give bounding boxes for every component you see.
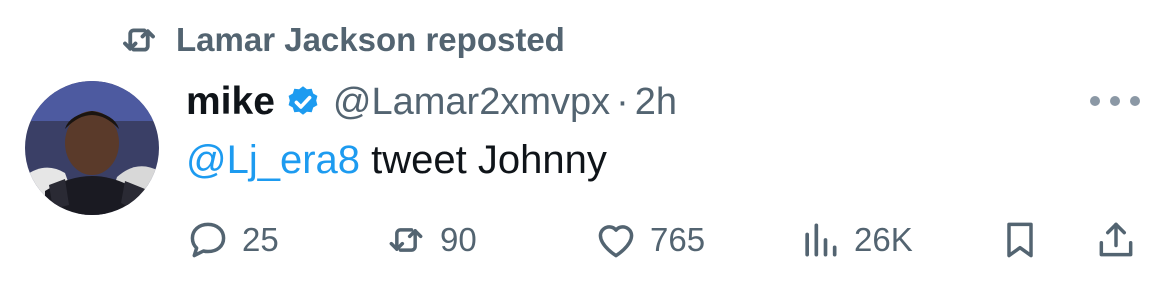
tweet-text: @Lj_era8 tweet Johnny [186, 138, 607, 183]
repost-icon [389, 228, 423, 252]
reply-button[interactable]: 25 [186, 215, 279, 265]
profile-photo [25, 81, 159, 215]
reply-icon [190, 222, 226, 258]
more-dot [1130, 96, 1140, 106]
mention-link[interactable]: @Lj_era8 [186, 138, 360, 182]
reply-count: 25 [242, 221, 279, 258]
separator-dot: · [616, 80, 629, 123]
timestamp[interactable]: 2h [635, 81, 677, 124]
author-name[interactable]: mike [186, 80, 275, 124]
bookmark-icon [1007, 222, 1033, 258]
like-count: 765 [650, 221, 706, 258]
verified-badge-icon[interactable] [285, 84, 321, 120]
repost-button[interactable]: 90 [384, 215, 477, 265]
repost-count: 90 [440, 221, 477, 258]
repost-indicator[interactable]: Lamar Jackson reposted [118, 18, 565, 62]
action-bar: 25 90 765 26K [186, 215, 1146, 265]
more-options-icon[interactable] [1090, 93, 1140, 109]
heart-icon [598, 225, 634, 258]
tweet-header: mike @Lamar2xmvpx · 2h [186, 78, 677, 126]
more-dot [1110, 96, 1120, 106]
share-icon [1099, 222, 1133, 257]
views-button[interactable]: 26K [798, 215, 913, 265]
share-button[interactable] [1094, 215, 1138, 265]
analytics-icon [805, 223, 837, 257]
more-dot [1090, 96, 1100, 106]
tweet-text-content: tweet Johnny [360, 138, 607, 182]
view-count: 26K [854, 221, 913, 258]
author-handle[interactable]: @Lamar2xmvpx [333, 81, 610, 124]
avatar[interactable] [25, 81, 159, 215]
tweet-card[interactable]: Lamar Jackson reposted mike @Lamar2xmvpx… [0, 0, 1170, 305]
repost-label: Lamar Jackson reposted [176, 21, 565, 58]
repost-icon [123, 28, 155, 52]
bookmark-button[interactable] [998, 215, 1042, 265]
like-button[interactable]: 765 [594, 215, 705, 265]
